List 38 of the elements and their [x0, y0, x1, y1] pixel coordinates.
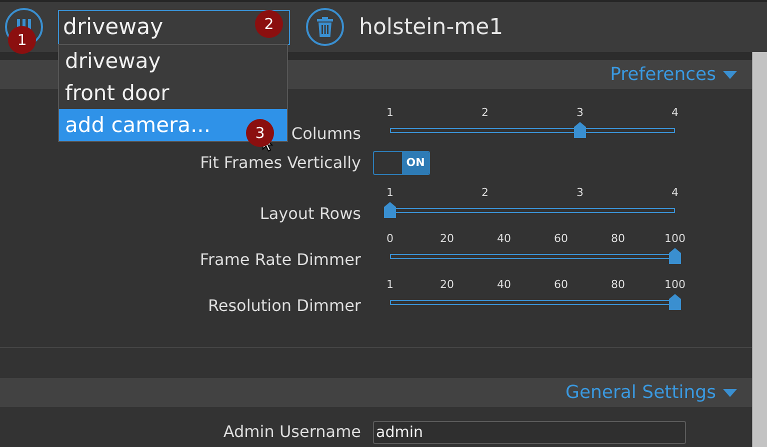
setting-label: Resolution Dimmer: [208, 295, 361, 318]
tick-label: 20: [440, 277, 454, 294]
username-field[interactable]: admin: [373, 420, 686, 444]
tick-label: 40: [497, 277, 511, 294]
dropdown-option[interactable]: driveway: [59, 45, 287, 77]
slider-thumb[interactable]: [669, 248, 681, 264]
tick-label: 1: [386, 185, 394, 202]
setting-label: Fit Frames Vertically: [200, 152, 361, 174]
tick-label: 20: [440, 231, 454, 248]
tick-label: 80: [611, 277, 625, 294]
tick-label: 80: [611, 231, 625, 248]
tick-label: 4: [672, 185, 678, 202]
setting-label: Admin Username: [223, 421, 361, 443]
toggle-switch[interactable]: ON: [373, 151, 430, 176]
tick-label: 60: [554, 277, 568, 294]
setting-label: Layout Rows: [260, 203, 361, 226]
tick-label: 0: [386, 231, 394, 248]
tick-label: 1: [386, 105, 394, 122]
scrollbar[interactable]: [752, 52, 767, 447]
delete-button[interactable]: [306, 8, 344, 46]
camera-title: holstein-me1: [359, 14, 504, 42]
setting-label: Columns: [291, 123, 361, 146]
tick-label: 3: [576, 105, 584, 122]
trash-icon: [317, 17, 333, 37]
slider-thumb[interactable]: [574, 122, 586, 138]
tick-label: 100: [664, 231, 686, 248]
tick-label: 4: [672, 105, 678, 122]
slider-thumb[interactable]: [669, 294, 681, 310]
tick-label: 2: [482, 185, 488, 202]
tick-label: 100: [664, 277, 686, 294]
dropdown-option[interactable]: front door: [59, 77, 287, 109]
tick-label: 40: [497, 231, 511, 248]
tick-label: 60: [554, 231, 568, 248]
setting-label: Frame Rate Dimmer: [200, 249, 361, 272]
tick-label: 1: [386, 277, 394, 294]
tick-label: 2: [482, 105, 488, 122]
slider-thumb[interactable]: [384, 202, 396, 218]
tick-label: 3: [576, 185, 584, 202]
